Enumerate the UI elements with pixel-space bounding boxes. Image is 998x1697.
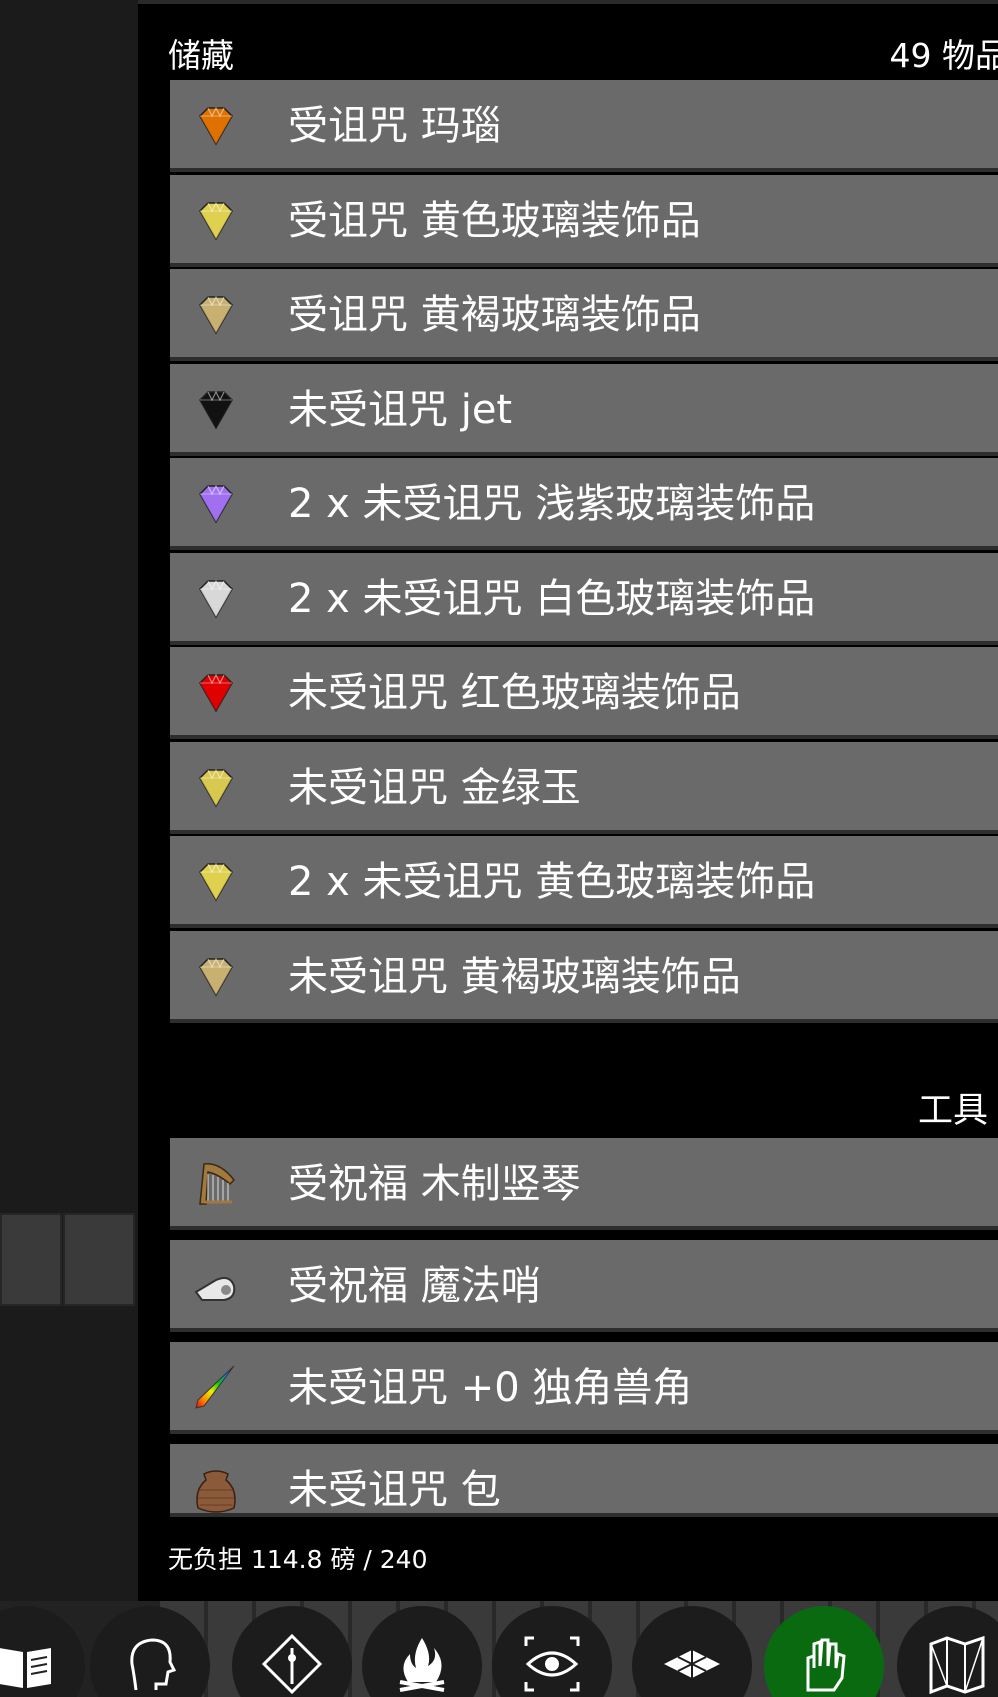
item-label: 受祝福 魔法哨: [288, 1263, 541, 1309]
item-label: 未受诅咒 金绿玉: [288, 764, 581, 811]
dungeon-floor-tile: [63, 1213, 135, 1306]
inventory-row[interactable]: 受诅咒 黄褐玻璃装饰品: [170, 269, 998, 361]
game-screen: 储藏 49 物品 受诅咒 玛瑙受诅咒 黄色玻璃装饰品 受诅咒 黄褐玻璃装饰品 未受诅…: [0, 0, 998, 1697]
yellow-gem-icon: [190, 195, 242, 247]
harp-icon: [190, 1158, 242, 1210]
inventory-row[interactable]: 受祝福 魔法哨: [170, 1240, 998, 1332]
inventory-header: 储藏 49 物品: [168, 34, 998, 78]
item-label: 未受诅咒 黄褐玻璃装饰品: [288, 953, 741, 1000]
dungeon-floor-tile: [0, 1213, 62, 1306]
item-label: 未受诅咒 红色玻璃装饰品: [288, 670, 741, 716]
whistle-icon: [190, 1260, 242, 1312]
chrysoberyl-gem-icon: [190, 762, 242, 814]
item-label: 2 x 未受诅咒 浅紫玻璃装饰品: [288, 481, 816, 527]
item-label: 未受诅咒 +0 独角兽角: [288, 1365, 693, 1411]
encumbrance-status: 无负担 114.8 磅 / 240: [168, 1545, 428, 1574]
item-label: 未受诅咒 jet: [288, 386, 513, 433]
inventory-row[interactable]: 受诅咒 玛瑙: [170, 80, 998, 172]
item-count: 49 物品: [889, 36, 998, 75]
inventory-row[interactable]: 受诅咒 黄色玻璃装饰品: [170, 174, 998, 267]
inventory-row[interactable]: 2 x 未受诅咒 白色玻璃装饰品: [170, 552, 998, 645]
spellbook-button[interactable]: [0, 1606, 85, 1697]
inventory-row[interactable]: 未受诅咒 金绿玉: [170, 741, 998, 834]
white-gem-icon: [190, 573, 242, 625]
inventory-row[interactable]: 未受诅咒 黄褐玻璃装饰品: [170, 930, 998, 1023]
red-gem-icon: [190, 667, 242, 719]
bottom-action-bar: [0, 1601, 998, 1697]
section-header-tools: 工具: [917, 1091, 988, 1131]
inventory-row[interactable]: 未受诅咒 jet: [170, 363, 998, 456]
inventory-panel: 储藏 49 物品 受诅咒 玛瑙受诅咒 黄色玻璃装饰品 受诅咒 黄褐玻璃装饰品 未受诅…: [138, 0, 998, 1601]
inventory-row[interactable]: 2 x 未受诅咒 黄色玻璃装饰品: [170, 836, 998, 928]
inventory-row[interactable]: 2 x 未受诅咒 浅紫玻璃装饰品: [170, 458, 998, 550]
inventory-row[interactable]: 未受诅咒 红色玻璃装饰品: [170, 647, 998, 739]
inventory-row[interactable]: 受祝福 木制竖琴: [170, 1138, 998, 1230]
orange-gem-icon: [190, 100, 242, 152]
sack-icon: [190, 1464, 242, 1516]
item-label: 受诅咒 玛瑙: [288, 103, 501, 149]
unicorn-horn-icon: [190, 1362, 242, 1414]
item-label: 受祝福 木制竖琴: [288, 1161, 581, 1207]
inventory-title: 储藏: [168, 36, 234, 75]
yellowish-brown-gem-icon: [190, 951, 242, 1003]
inventory-row[interactable]: 未受诅咒 包: [170, 1444, 998, 1517]
yellow-gem-icon: [190, 856, 242, 908]
item-label: 未受诅咒 包: [288, 1467, 501, 1513]
yellowish-brown-gem-icon: [190, 289, 242, 341]
item-label: 2 x 未受诅咒 黄色玻璃装饰品: [288, 859, 816, 905]
inventory-row[interactable]: 未受诅咒 +0 独角兽角: [170, 1342, 998, 1434]
violet-gem-icon: [190, 478, 242, 530]
item-label: 受诅咒 黄褐玻璃装饰品: [288, 292, 701, 338]
black-gem-icon: [190, 384, 242, 436]
item-label: 受诅咒 黄色玻璃装饰品: [288, 197, 701, 244]
item-label: 2 x 未受诅咒 白色玻璃装饰品: [288, 575, 816, 622]
